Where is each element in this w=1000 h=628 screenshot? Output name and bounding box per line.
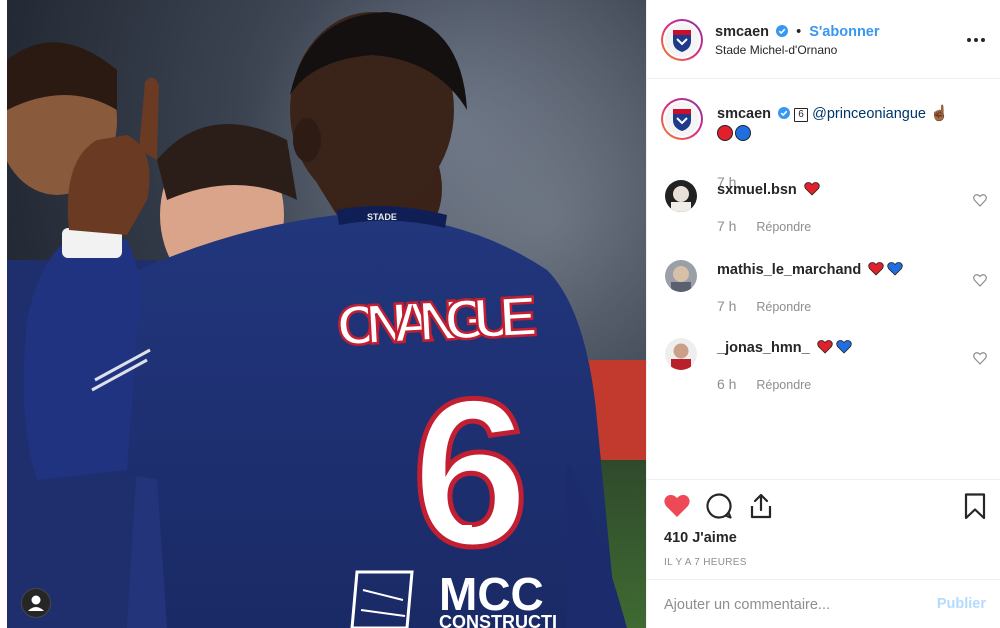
share-icon[interactable] xyxy=(747,492,775,520)
comment-username[interactable]: mathis_le_marchand xyxy=(717,262,861,278)
comment-icon[interactable] xyxy=(705,492,733,520)
comment-input[interactable] xyxy=(664,594,924,616)
collar-text: STADE xyxy=(367,212,397,222)
comment-username[interactable]: _jonas_hmn_ xyxy=(717,340,810,356)
more-dot-icon xyxy=(974,38,978,42)
comment-like-heart-icon[interactable] xyxy=(973,194,987,207)
comment-time: 7 h xyxy=(717,298,737,314)
comment-time: 6 h xyxy=(717,376,737,392)
commenter-avatar[interactable] xyxy=(665,260,697,292)
comment-item: mathis_le_marchand 7 h Répondre xyxy=(665,260,987,320)
red-heart-emoji xyxy=(817,340,833,354)
avatar-image xyxy=(665,338,697,370)
caption-username[interactable]: smcaen xyxy=(717,106,771,122)
comment-like-heart-icon[interactable] xyxy=(973,274,987,287)
caption-mention[interactable]: @princeoniangue xyxy=(812,106,926,122)
caption-avatar[interactable] xyxy=(661,98,703,140)
avatar-image xyxy=(665,260,697,292)
comment-item: sxmuel.bsn 7 h Répondre xyxy=(665,180,987,240)
club-crest-icon xyxy=(673,109,691,131)
verified-badge-icon xyxy=(776,25,789,37)
commenter-avatar[interactable] xyxy=(665,338,697,370)
post-location[interactable]: Stade Michel-d'Ornano xyxy=(715,43,837,57)
account-avatar[interactable] xyxy=(661,19,703,61)
red-heart-emoji xyxy=(804,182,820,196)
comments-list[interactable]: smcaen 6 @princeoniangue ☝🏾 7 h sxmuel.b… xyxy=(647,80,1000,478)
like-heart-icon[interactable] xyxy=(663,492,691,520)
reply-button[interactable]: Répondre xyxy=(756,220,811,234)
follow-button[interactable]: S'abonner xyxy=(809,24,879,40)
add-comment-bar: Publier xyxy=(647,579,1000,628)
more-options-button[interactable] xyxy=(964,30,988,50)
commenter-avatar[interactable] xyxy=(665,180,697,212)
user-icon xyxy=(28,595,44,611)
post-side-panel: smcaen • S'abonner Stade Michel-d'Ornano xyxy=(646,0,1000,628)
blue-circle-emoji xyxy=(735,125,751,141)
post-photo[interactable]: stim STADE ONIANGUE 6 MCC CONSTRUCTI xyxy=(7,0,646,628)
separator-dot: • xyxy=(796,24,802,40)
post-image: stim STADE ONIANGUE 6 MCC CONSTRUCTI xyxy=(7,0,646,628)
club-crest-icon xyxy=(673,30,691,52)
post-timestamp[interactable]: IL Y A 7 HEURES xyxy=(664,557,747,568)
publish-button[interactable]: Publier xyxy=(937,596,986,612)
verified-badge-icon xyxy=(778,107,791,119)
comment-like-heart-icon[interactable] xyxy=(973,352,987,365)
comment-username[interactable]: sxmuel.bsn xyxy=(717,182,797,198)
post-actions: 410 J'aime IL Y A 7 HEURES xyxy=(647,479,1000,579)
jersey-number: 6 xyxy=(412,355,529,590)
more-dot-icon xyxy=(967,38,971,42)
more-dot-icon xyxy=(981,38,985,42)
number-six-emoji: 6 xyxy=(794,108,809,122)
post-header: smcaen • S'abonner Stade Michel-d'Ornano xyxy=(647,0,1000,79)
pointing-up-emoji: ☝🏾 xyxy=(930,105,949,122)
sponsor-subtext: CONSTRUCTI xyxy=(439,612,557,628)
tagged-users-button[interactable] xyxy=(21,588,51,618)
blue-heart-emoji xyxy=(887,262,903,276)
red-heart-emoji xyxy=(868,262,884,276)
likes-count[interactable]: 410 J'aime xyxy=(664,530,737,546)
save-bookmark-icon[interactable] xyxy=(961,492,989,520)
avatar-image xyxy=(665,180,697,212)
jersey-name: ONIANGUE xyxy=(336,284,539,357)
account-username[interactable]: smcaen xyxy=(715,24,769,40)
comment-item: _jonas_hmn_ 6 h Répondre xyxy=(665,338,987,398)
reply-button[interactable]: Répondre xyxy=(756,300,811,314)
blue-heart-emoji xyxy=(836,340,852,354)
comment-time: 7 h xyxy=(717,218,737,234)
red-circle-emoji xyxy=(717,125,733,141)
reply-button[interactable]: Répondre xyxy=(756,378,811,392)
